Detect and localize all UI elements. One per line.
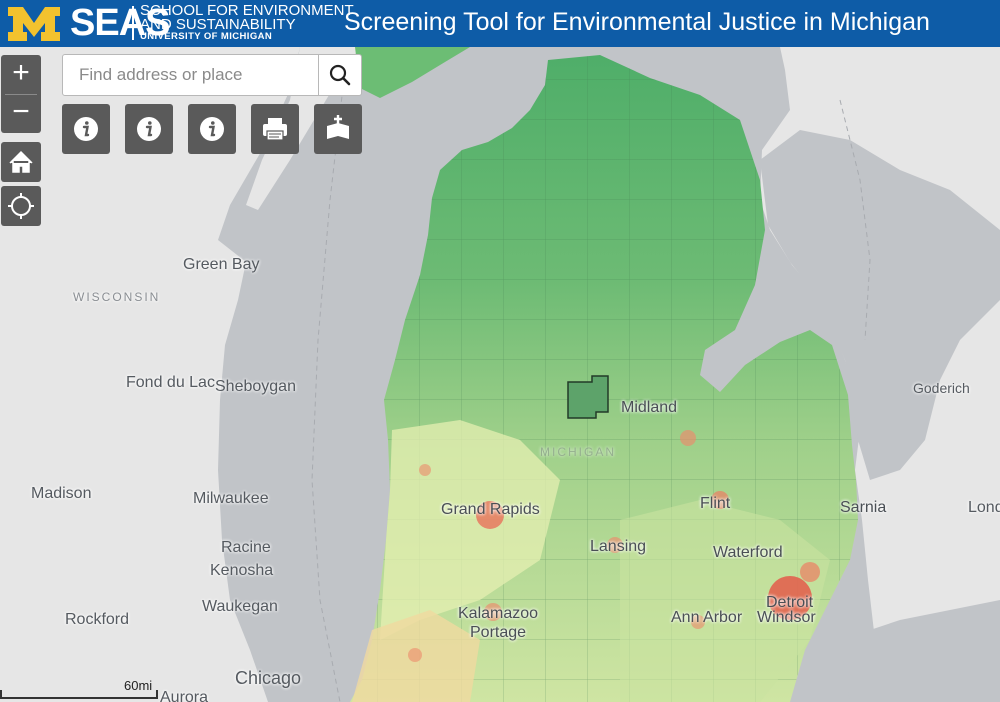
label-london: Lond <box>968 499 1000 516</box>
logo-divider <box>132 6 134 40</box>
info-button-1[interactable] <box>62 104 110 154</box>
label-sarnia: Sarnia <box>840 499 887 516</box>
locate-button[interactable] <box>1 186 41 226</box>
label-waterford: Waterford <box>713 544 783 561</box>
info-button-2[interactable] <box>125 104 173 154</box>
label-goderich: Goderich <box>913 380 970 396</box>
label-sheboygan: Sheboygan <box>215 378 296 395</box>
zoom-out-button[interactable]: − <box>1 94 41 133</box>
basemap-icon <box>327 115 349 139</box>
label-ann-arbor: Ann Arbor <box>671 609 743 626</box>
info-icon <box>137 117 161 141</box>
selected-county[interactable] <box>567 375 609 419</box>
umich-block-m-logo <box>6 5 62 43</box>
label-midland: Midland <box>621 399 678 416</box>
search-button[interactable] <box>318 55 361 95</box>
label-lansing: Lansing <box>590 538 647 555</box>
label-chicago: Chicago <box>235 668 302 688</box>
app-title: Screening Tool for Environmental Justice… <box>344 8 930 36</box>
search-input[interactable] <box>63 55 321 95</box>
home-button[interactable] <box>1 142 41 182</box>
seas-line-2: AND SUSTAINABILITY <box>140 16 296 33</box>
label-windsor: Windsor <box>757 609 816 626</box>
info-button-3[interactable] <box>188 104 236 154</box>
basemap-button[interactable] <box>314 104 362 154</box>
seas-line-3: UNIVERSITY OF MICHIGAN <box>140 31 273 42</box>
app-header: SEAS SCHOOL FOR ENVIRONMENT AND SUSTAINA… <box>0 0 1000 47</box>
info-icon <box>200 117 224 141</box>
zoom-in-button[interactable]: + <box>1 55 41 94</box>
label-rockford: Rockford <box>65 611 130 628</box>
scale-label: 60mi <box>124 678 153 693</box>
label-milwaukee: Milwaukee <box>193 490 269 507</box>
label-kalamazoo: Kalamazoo <box>458 605 539 622</box>
label-michigan: MICHIGAN <box>540 445 616 459</box>
search-box <box>62 54 362 96</box>
label-waukegan: Waukegan <box>202 598 278 615</box>
label-aurora: Aurora <box>160 689 209 702</box>
print-icon <box>263 118 287 141</box>
search-icon <box>329 64 351 86</box>
label-kenosha: Kenosha <box>210 562 274 579</box>
label-fond-du-lac: Fond du Lac <box>126 374 215 391</box>
label-green-bay: Green Bay <box>183 256 260 273</box>
info-icon <box>74 117 98 141</box>
print-button[interactable] <box>251 104 299 154</box>
label-racine: Racine <box>221 539 271 556</box>
label-flint: Flint <box>700 495 731 512</box>
locate-icon <box>8 193 34 219</box>
zoom-control: + − <box>1 55 41 133</box>
label-wisconsin: WISCONSIN <box>73 290 161 304</box>
label-grand-rapids: Grand Rapids <box>441 501 540 518</box>
home-icon <box>9 150 33 173</box>
label-madison: Madison <box>31 485 92 502</box>
label-portage: Portage <box>470 624 527 641</box>
